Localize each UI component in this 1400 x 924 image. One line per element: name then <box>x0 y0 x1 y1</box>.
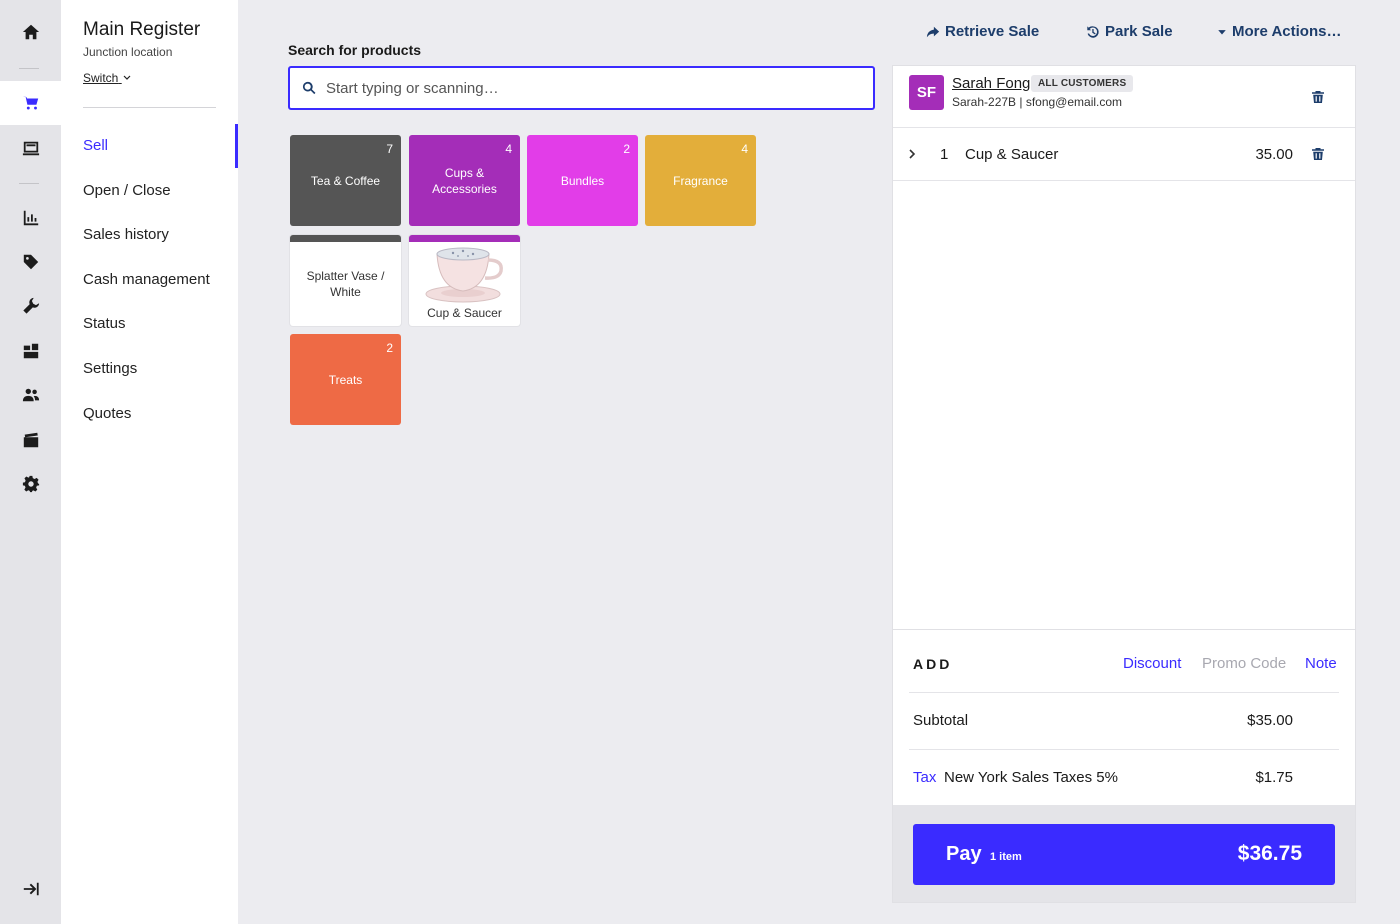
customer-group-badge: ALL CUSTOMERS <box>1031 75 1134 92</box>
more-actions-button[interactable]: More Actions… <box>1217 23 1341 40</box>
pay-area: Pay 1 item $36.75 <box>893 805 1355 902</box>
sidebar-item-status[interactable]: Status <box>83 309 238 339</box>
sidebar-item-cash-management[interactable]: Cash management <box>83 265 238 295</box>
chevron-down-icon <box>123 75 131 80</box>
icon-rail <box>0 0 61 924</box>
sidebar: Main Register Junction location Switch S… <box>61 0 238 924</box>
tile-label: Fragrance <box>673 173 728 188</box>
tile-fragrance[interactable]: 4 Fragrance <box>645 135 756 226</box>
divider <box>909 749 1339 750</box>
wrench-icon[interactable] <box>0 284 61 328</box>
gear-icon[interactable] <box>0 462 61 506</box>
line-item-qty: 1 <box>940 146 949 163</box>
switch-register-link[interactable]: Switch <box>83 71 131 85</box>
line-item-name: Cup & Saucer <box>965 146 1059 163</box>
caret-down-icon <box>1218 29 1226 34</box>
totals-section: ADD Discount Promo Code Note Subtotal $3… <box>893 629 1355 805</box>
tile-label: Bundles <box>560 173 605 188</box>
tile-label: Cup & Saucer <box>427 306 502 320</box>
more-actions-label: More Actions… <box>1232 23 1342 40</box>
pay-amount: $36.75 <box>1237 842 1302 865</box>
discount-link[interactable]: Discount <box>1123 655 1181 672</box>
tile-label: Tea & Coffee <box>310 173 381 188</box>
park-sale-label: Park Sale <box>1105 23 1173 40</box>
cup-saucer-image <box>425 247 503 303</box>
sidebar-item-settings[interactable]: Settings <box>83 354 238 384</box>
customer-meta: Sarah-227B | sfong@email.com <box>952 95 1123 109</box>
inventory-icon[interactable] <box>0 329 61 373</box>
sidebar-divider <box>83 107 216 108</box>
home-icon[interactable] <box>0 10 61 54</box>
register-location: Junction location <box>83 45 173 59</box>
remove-line-item-button[interactable] <box>1311 147 1325 161</box>
register-icon[interactable] <box>0 126 61 170</box>
active-indicator <box>235 124 238 168</box>
rail-divider <box>19 68 39 69</box>
cart-icon[interactable] <box>0 81 61 125</box>
tile-label: Cups & Accessories <box>432 165 497 196</box>
retrieve-sale-button[interactable]: Retrieve Sale <box>926 23 1039 40</box>
pay-button[interactable]: Pay 1 item $36.75 <box>913 824 1335 885</box>
tile-count: 4 <box>741 142 748 156</box>
subtotal-value: $35.00 <box>1247 712 1293 729</box>
pay-label: Pay <box>946 843 982 865</box>
customers-icon[interactable] <box>0 373 61 417</box>
divider <box>909 692 1339 693</box>
tile-count: 7 <box>386 142 393 156</box>
note-link[interactable]: Note <box>1305 655 1337 672</box>
search-icon <box>302 81 316 95</box>
tile-cup-saucer[interactable]: Cup & Saucer <box>409 235 520 326</box>
sidebar-item-sell[interactable]: Sell <box>83 131 238 161</box>
tile-splatter-vase[interactable]: Splatter Vase / White <box>290 235 401 326</box>
tile-count: 2 <box>386 341 393 355</box>
line-item-row[interactable]: 1 Cup & Saucer 35.00 <box>893 128 1355 181</box>
ecommerce-icon[interactable] <box>0 418 61 462</box>
tax-link[interactable]: Tax <box>913 769 936 786</box>
collapse-sidebar-icon[interactable] <box>0 867 61 911</box>
tax-label: New York Sales Taxes 5% <box>944 769 1118 786</box>
history-icon <box>1087 25 1099 38</box>
reporting-icon[interactable] <box>0 196 61 240</box>
trash-icon <box>1312 148 1324 160</box>
pay-item-count: 1 item <box>990 851 1022 863</box>
park-sale-button[interactable]: Park Sale <box>1086 23 1173 40</box>
sale-panel: SF Sarah Fong ALL CUSTOMERS Sarah-227B |… <box>892 65 1356 903</box>
tile-bundles[interactable]: 2 Bundles <box>527 135 638 226</box>
tile-label: Treats <box>328 372 363 387</box>
tile-count: 4 <box>505 142 512 156</box>
sidebar-item-sales-history[interactable]: Sales history <box>83 220 238 250</box>
tag-icon[interactable] <box>0 240 61 284</box>
retrieve-sale-label: Retrieve Sale <box>945 23 1040 40</box>
register-title: Main Register <box>83 19 201 40</box>
search-label: Search for products <box>288 42 422 58</box>
rail-divider <box>19 183 39 184</box>
line-item-price: 35.00 <box>1255 146 1293 163</box>
trash-icon <box>1312 91 1324 103</box>
customer-row: SF Sarah Fong ALL CUSTOMERS Sarah-227B |… <box>893 66 1355 128</box>
switch-label: Switch <box>83 71 119 85</box>
customer-name-link[interactable]: Sarah Fong <box>952 75 1030 92</box>
sidebar-item-quotes[interactable]: Quotes <box>83 399 238 429</box>
search-input[interactable] <box>326 79 846 97</box>
subtotal-label: Subtotal <box>913 712 969 729</box>
sidebar-item-open-close[interactable]: Open / Close <box>83 176 238 206</box>
tile-label: Splatter Vase / White <box>306 269 385 299</box>
tile-treats[interactable]: 2 Treats <box>290 334 401 425</box>
chevron-right-icon[interactable] <box>907 147 917 161</box>
share-arrow-icon <box>926 26 940 37</box>
tile-cups-accessories[interactable]: 4 Cups & Accessories <box>409 135 520 226</box>
tile-count: 2 <box>623 142 630 156</box>
tax-value: $1.75 <box>1255 769 1293 786</box>
customer-avatar[interactable]: SF <box>909 75 944 110</box>
add-label: ADD <box>913 656 953 672</box>
tile-tea-coffee[interactable]: 7 Tea & Coffee <box>290 135 401 226</box>
search-box <box>288 66 875 110</box>
remove-customer-button[interactable] <box>1311 90 1325 104</box>
promo-code-link[interactable]: Promo Code <box>1202 655 1286 672</box>
